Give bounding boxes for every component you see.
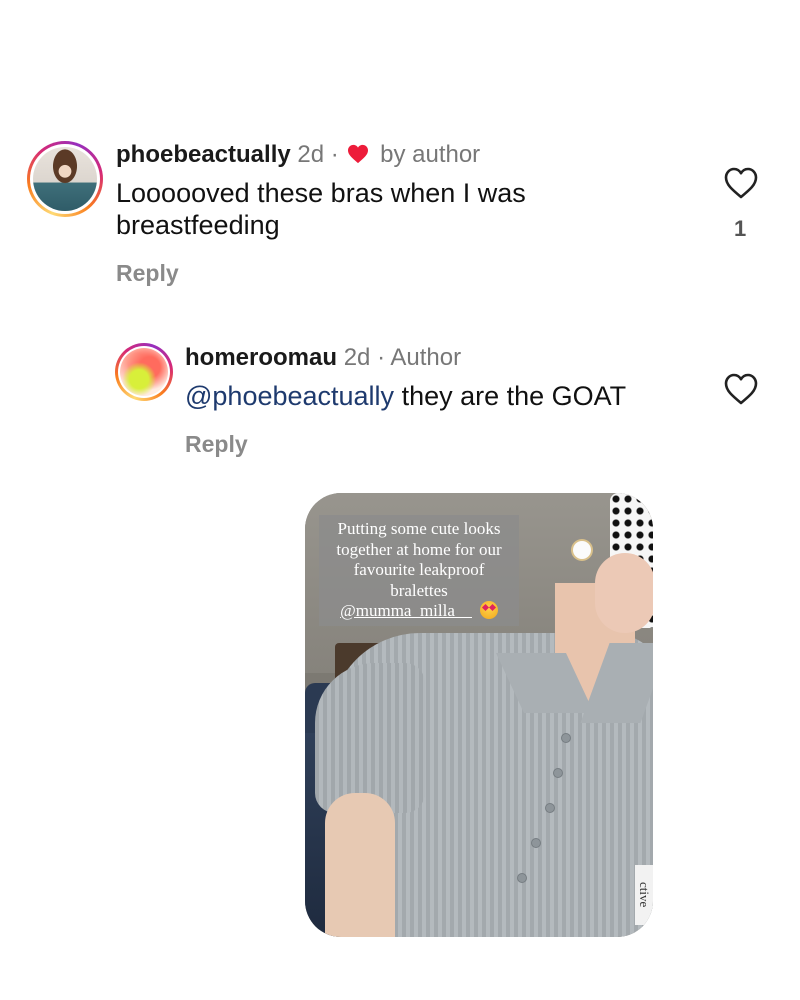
reply-button[interactable]: Reply [116,260,179,287]
avatar-photo [33,147,97,211]
story-caption-text: Putting some cute looks together at home… [336,519,502,600]
mention-link[interactable]: @phoebeactually [185,381,394,411]
reply-button[interactable]: Reply [185,431,248,458]
comment-1-text: Loooooved these bras when I was breastfe… [116,178,526,240]
photo-button [545,803,555,813]
meta-separator: · [377,344,386,371]
photo-sleeve [315,663,425,813]
comments-thread: phoebeactually 2d · by author Loooooved … [0,0,800,1000]
comment-1-time: 2d [297,141,325,168]
author-badge: Author [390,344,462,371]
like-count[interactable]: 1 [734,216,746,242]
comment-1-username[interactable]: phoebeactually [116,141,291,168]
liked-by-author-label: by author [380,141,481,168]
photo-arm [325,793,395,937]
comment-2-username[interactable]: homeroomau [185,344,337,371]
avatar-homeroomau[interactable] [115,343,173,401]
avatar-photo [120,348,168,396]
comment-2-time: 2d [343,344,371,371]
avatar-phoebeactually[interactable] [27,141,103,217]
photo-button [531,838,541,848]
photo-button [517,873,527,883]
photo-button [561,733,571,743]
story-caption: Putting some cute looks together at home… [319,515,519,626]
heart-outline-icon[interactable] [723,372,759,406]
heart-outline-icon[interactable] [723,166,759,200]
comment-2-text: @phoebeactually they are the GOAT [185,380,705,412]
photo-hand [595,553,653,633]
photo-button [553,768,563,778]
photo-earring [573,541,591,559]
story-caption-tag: @mumma_milla__ [340,601,472,620]
comment-2-meta: homeroomau 2d · Author [185,343,461,373]
attached-story-image[interactable]: Putting some cute looks together at home… [305,493,653,937]
comment-2-body: they are the GOAT [394,381,627,411]
meta-separator: · [330,141,339,168]
heart-eyes-emoji-icon [479,601,498,619]
comment-1-meta: phoebeactually 2d · by author [116,140,480,170]
heart-filled-icon [348,144,369,164]
story-watermark: ctive [635,865,653,925]
